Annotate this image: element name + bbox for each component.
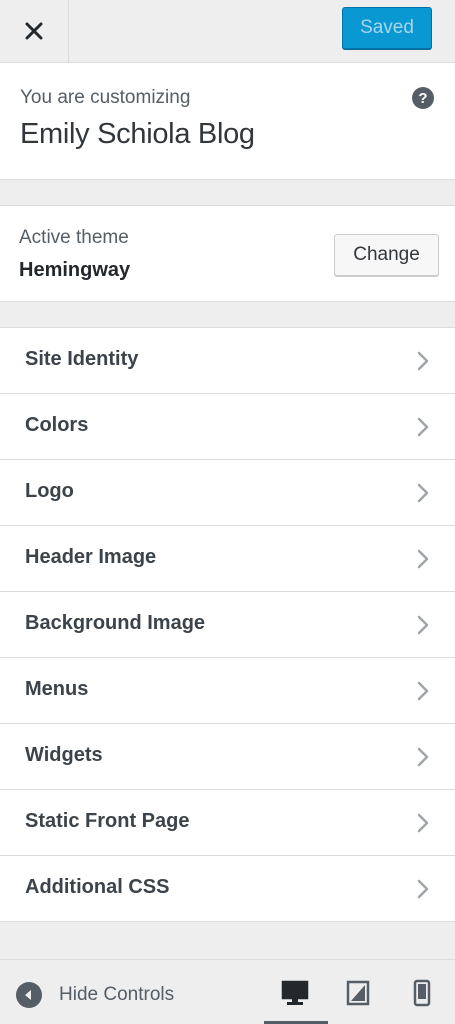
close-icon [25, 22, 43, 40]
section-logo[interactable]: Logo [0, 460, 455, 526]
chevron-right-icon [417, 483, 429, 503]
customizer-info: You are customizing Emily Schiola Blog ? [0, 63, 455, 180]
chevron-right-icon [417, 747, 429, 767]
help-icon[interactable]: ? [412, 87, 434, 109]
section-background-image[interactable]: Background Image [0, 592, 455, 658]
section-menus[interactable]: Menus [0, 658, 455, 724]
chevron-right-icon [417, 681, 429, 701]
customizer-footer: Hide Controls [0, 959, 455, 1024]
saved-button[interactable]: Saved [342, 7, 432, 49]
section-label: Background Image [25, 612, 206, 634]
desktop-icon [281, 980, 309, 1005]
collapse-left-icon [16, 982, 42, 1008]
section-label: Colors [25, 414, 89, 436]
chevron-right-icon [417, 615, 429, 635]
change-theme-button[interactable]: Change [334, 234, 439, 276]
section-label: Logo [25, 480, 74, 502]
close-button[interactable] [0, 0, 69, 62]
section-colors[interactable]: Colors [0, 394, 455, 460]
hide-controls-label: Hide Controls [59, 984, 175, 1005]
customizer-header: Saved [0, 0, 455, 63]
preview-mobile-button[interactable] [405, 976, 439, 1010]
section-label: Menus [25, 678, 89, 700]
customizer-sections: Site Identity Colors Logo Header Image B… [0, 327, 455, 922]
chevron-right-icon [417, 879, 429, 899]
section-widgets[interactable]: Widgets [0, 724, 455, 790]
chevron-right-icon [417, 417, 429, 437]
theme-name: Hemingway [19, 259, 131, 281]
section-static-front-page[interactable]: Static Front Page [0, 790, 455, 856]
section-label: Widgets [25, 744, 103, 766]
section-label: Site Identity [25, 348, 139, 370]
tablet-icon [346, 980, 370, 1006]
customizing-label: You are customizing [20, 87, 191, 108]
section-additional-css[interactable]: Additional CSS [0, 856, 455, 922]
site-title: Emily Schiola Blog [20, 118, 255, 150]
section-label: Header Image [25, 546, 157, 568]
section-label: Additional CSS [25, 876, 170, 898]
hide-controls-button[interactable]: Hide Controls [16, 980, 174, 1010]
chevron-right-icon [417, 351, 429, 371]
active-theme-label: Active theme [19, 227, 129, 248]
section-site-identity[interactable]: Site Identity [0, 328, 455, 394]
section-header-image[interactable]: Header Image [0, 526, 455, 592]
active-theme-panel: Active theme Hemingway Change [0, 205, 455, 302]
preview-desktop-button[interactable] [278, 976, 312, 1010]
preview-tablet-button[interactable] [341, 976, 375, 1010]
section-label: Static Front Page [25, 810, 190, 832]
mobile-icon [413, 979, 431, 1007]
chevron-right-icon [417, 549, 429, 569]
chevron-right-icon [417, 813, 429, 833]
